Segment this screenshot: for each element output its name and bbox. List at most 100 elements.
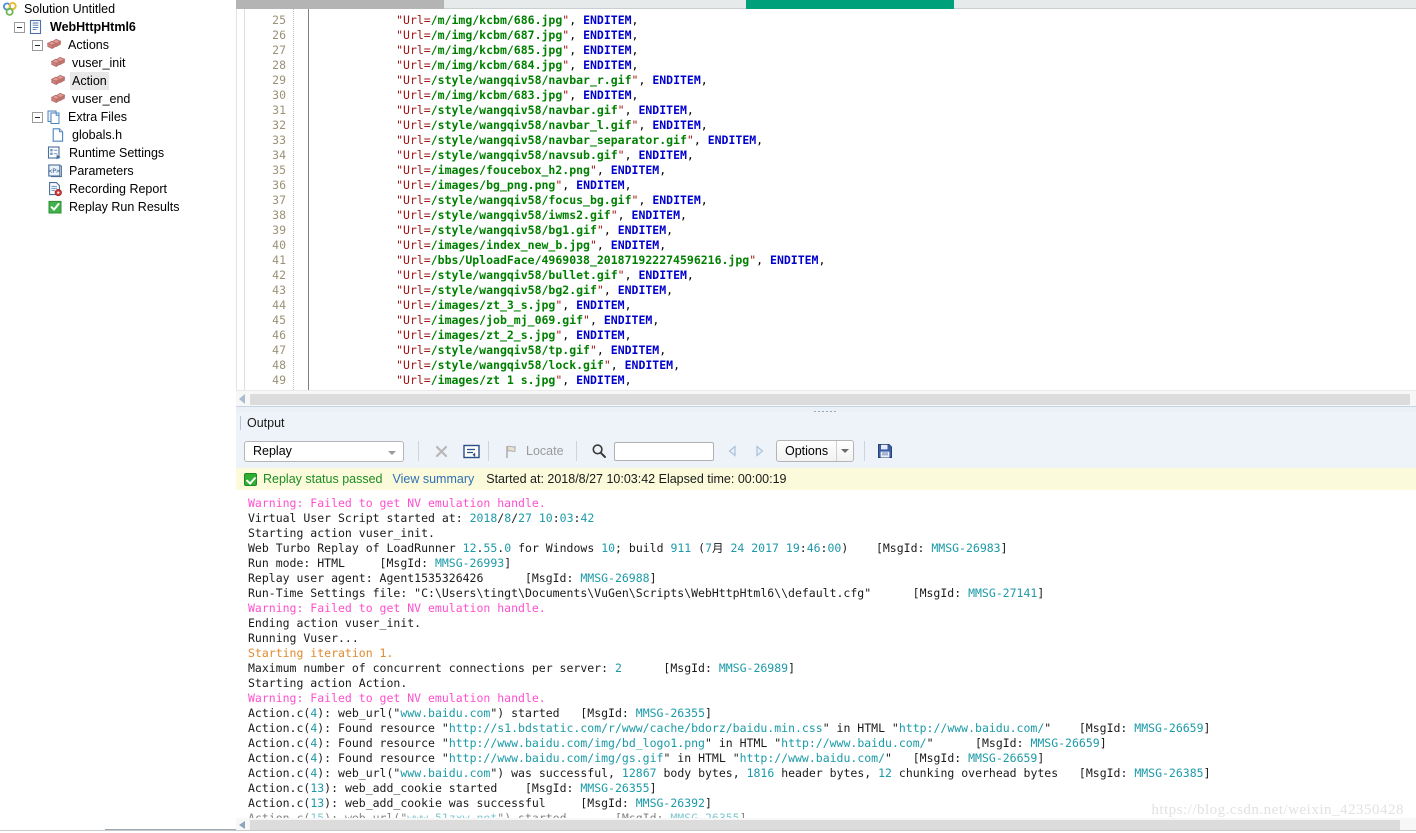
code-string-prefix: "Url=	[396, 373, 431, 387]
code-line[interactable]: "Url=/style/wangqiv58/tp.gif", ENDITEM,	[313, 343, 1413, 358]
code-line[interactable]: "Url=/style/wangqiv58/navsub.gif", ENDIT…	[313, 148, 1413, 163]
code-line[interactable]: "Url=/images/index_new_b.jpg", ENDITEM,	[313, 238, 1413, 253]
check-passed-icon	[244, 472, 257, 486]
tab-indicator-gray[interactable]	[236, 0, 444, 9]
output-log[interactable]: Warning: Failed to get NV emulation hand…	[236, 490, 1416, 818]
tree-item-globals-h[interactable]: globals.h	[0, 126, 236, 144]
output-source-select[interactable]: Replay	[244, 440, 404, 462]
tree-item-recording-report[interactable]: Recording Report	[0, 180, 236, 198]
tab-indicator-active[interactable]	[746, 0, 954, 9]
word-wrap-button[interactable]	[458, 439, 484, 463]
action-block-icon	[50, 73, 66, 89]
log-line: Running Vuser...	[248, 631, 1416, 646]
code-url-value: /bbs/UploadFace/4969038_2018719222745962…	[430, 253, 750, 267]
tree-expander-collapse-icon[interactable]	[32, 111, 43, 123]
replay-results-icon	[47, 199, 63, 215]
code-line[interactable]: "Url=/images/job_mj_069.gif", ENDITEM,	[313, 313, 1413, 328]
code-line[interactable]: "Url=/style/wangqiv58/navbar_separator.g…	[313, 133, 1413, 148]
tree-item-project[interactable]: WebHttpHtml6	[0, 18, 236, 36]
code-text[interactable]: "Url=/m/img/kcbm/686.jpg", ENDITEM, "Url…	[313, 13, 1413, 388]
code-line[interactable]: "Url=/style/wangqiv58/iwms2.gif", ENDITE…	[313, 208, 1413, 223]
editor-tabstrip[interactable]	[236, 0, 1416, 9]
code-separator: ,	[589, 313, 604, 327]
code-line[interactable]: "Url=/style/wangqiv58/navbar_l.gif", END…	[313, 118, 1413, 133]
code-url-value: /style/wangqiv58/bg2.gif	[430, 283, 597, 297]
tree-item-vuser-init[interactable]: vuser_init	[0, 54, 236, 72]
tree-item-action[interactable]: Action	[0, 72, 236, 90]
code-string-prefix: "Url=	[396, 283, 431, 297]
code-line[interactable]: "Url=/images/bg_png.png", ENDITEM,	[313, 178, 1413, 193]
tree-item-replay-run-results[interactable]: Replay Run Results	[0, 198, 236, 216]
code-string-suffix: "	[596, 223, 604, 237]
code-view[interactable]: 25 26 27 28 29 30 31 32 33 34 35 36 37 38 39 40 41 42 43 44…	[236, 9, 1416, 390]
code-string-prefix: "Url=	[396, 103, 431, 117]
tree-item-parameters[interactable]: <P> Parameters	[0, 162, 236, 180]
log-value-token: http://www.baidu.com/img/gs.gif	[448, 751, 664, 765]
scroll-left-arrow-icon[interactable]	[239, 821, 245, 829]
code-string-prefix: "Url=	[396, 148, 431, 162]
scrollbar-thumb[interactable]	[250, 394, 1410, 405]
log-line: Warning: Failed to get NV emulation hand…	[248, 601, 1416, 616]
tree-item-actions[interactable]: Actions	[0, 36, 236, 54]
code-line[interactable]: "Url=/m/img/kcbm/686.jpg", ENDITEM,	[313, 13, 1413, 28]
tree-item-label: Action	[70, 72, 109, 90]
code-line[interactable]: "Url=/style/wangqiv58/focus_bg.gif", END…	[313, 193, 1413, 208]
code-line[interactable]: "Url=/images/zt 1 s.jpg", ENDITEM,	[313, 373, 1413, 388]
clear-output-button[interactable]	[428, 439, 454, 463]
code-line[interactable]: "Url=/style/wangqiv58/bullet.gif", ENDIT…	[313, 268, 1413, 283]
scroll-left-arrow-icon[interactable]	[239, 394, 245, 404]
save-output-button[interactable]	[872, 439, 898, 463]
log-value-token: MMSG-26355	[580, 781, 650, 795]
tree-item-extra-files[interactable]: Extra Files	[0, 108, 236, 126]
search-button[interactable]	[586, 439, 612, 463]
code-line[interactable]: "Url=/images/foucebox_h2.png", ENDITEM,	[313, 163, 1413, 178]
log-text: ): Found resource "	[317, 751, 449, 765]
editor-horizontal-scrollbar[interactable]	[236, 390, 1416, 406]
code-line[interactable]: "Url=/style/wangqiv58/bg1.gif", ENDITEM,	[313, 223, 1413, 238]
tree-expander-collapse-icon[interactable]	[32, 39, 43, 51]
code-line[interactable]: "Url=/images/zt_3_s.jpg", ENDITEM,	[313, 298, 1413, 313]
code-url-value: /images/bg_png.png	[430, 178, 556, 192]
chevron-down-icon[interactable]	[837, 449, 853, 453]
code-keyword: ENDITEM	[707, 133, 757, 147]
log-value-token: MMSG-26392	[635, 796, 705, 810]
tree-item-label: Solution Untitled	[24, 2, 116, 16]
code-fold-column[interactable]	[295, 9, 309, 390]
locate-button[interactable]	[498, 439, 524, 463]
code-url-value: /style/wangqiv58/navsub.gif	[430, 148, 618, 162]
code-line[interactable]: "Url=/style/wangqiv58/bg2.gif", ENDITEM,	[313, 283, 1413, 298]
log-line: Action.c(13): web_add_cookie started [Ms…	[248, 781, 1416, 796]
code-line[interactable]: "Url=/bbs/UploadFace/4969038_20187192227…	[313, 253, 1413, 268]
code-trailing-punctuation: ,	[631, 88, 639, 102]
locate-flag-icon	[505, 445, 516, 458]
code-line[interactable]: "Url=/m/img/kcbm/685.jpg", ENDITEM,	[313, 43, 1413, 58]
code-line[interactable]: "Url=/images/zt_2_s.jpg", ENDITEM,	[313, 328, 1413, 343]
log-value-token: 12	[462, 541, 477, 555]
code-line[interactable]: "Url=/style/wangqiv58/navbar.gif", ENDIT…	[313, 103, 1413, 118]
tree-item-vuser-end[interactable]: vuser_end	[0, 90, 236, 108]
code-trailing-punctuation: ,	[659, 163, 667, 177]
tree-item-solution-root[interactable]: Solution Untitled	[0, 0, 236, 18]
output-options-button[interactable]: Options	[776, 440, 855, 462]
tree-expander-collapse-icon[interactable]	[14, 21, 25, 33]
code-line[interactable]: "Url=/m/img/kcbm/684.jpg", ENDITEM,	[313, 58, 1413, 73]
code-line[interactable]: "Url=/m/img/kcbm/687.jpg", ENDITEM,	[313, 28, 1413, 43]
code-line[interactable]: "Url=/m/img/kcbm/683.jpg", ENDITEM,	[313, 88, 1413, 103]
view-summary-link[interactable]: View summary	[393, 472, 475, 486]
code-line[interactable]: "Url=/style/wangqiv58/navbar_r.gif", END…	[313, 73, 1413, 88]
code-keyword: ENDITEM	[652, 73, 701, 87]
tree-item-runtime-settings[interactable]: Runtime Settings	[0, 144, 236, 162]
find-next-button[interactable]	[748, 439, 770, 463]
output-find-input[interactable]	[614, 441, 714, 461]
code-line[interactable]: "Url=/style/wangqiv58/lock.gif", ENDITEM…	[313, 358, 1413, 373]
log-text: ]	[705, 706, 712, 720]
find-previous-button[interactable]	[722, 439, 744, 463]
chevron-down-icon[interactable]	[388, 450, 396, 455]
vugen-window: Solution Untitled WebHttpHtml6 Actions vuse…	[0, 0, 1416, 833]
log-line: Maximum number of concurrent connections…	[248, 661, 1416, 676]
log-text: Action.c(	[248, 766, 311, 780]
